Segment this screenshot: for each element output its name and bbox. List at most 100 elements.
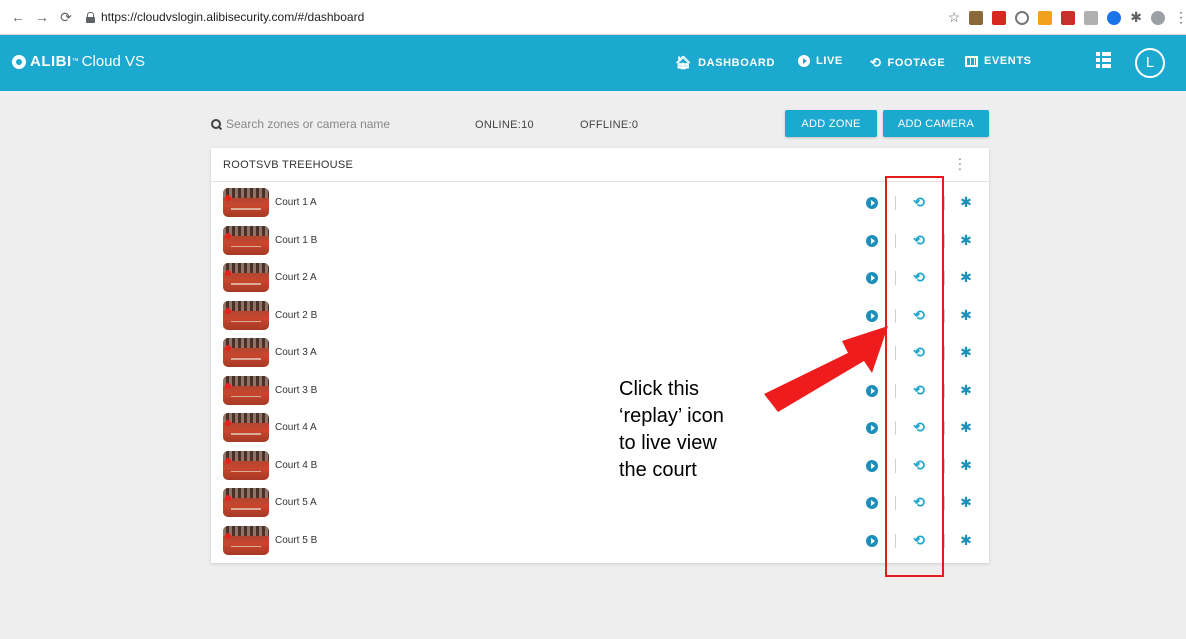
camera-row[interactable]: Court 1 A ⟲ ✱ <box>211 186 989 224</box>
camera-row[interactable]: Court 5 A ⟲ ✱ <box>211 486 989 524</box>
extension-icon[interactable] <box>1061 10 1076 25</box>
camera-name: Court 2 A <box>275 272 317 283</box>
gear-icon[interactable]: ✱ <box>959 383 973 397</box>
gear-icon[interactable]: ✱ <box>959 345 973 359</box>
camera-thumbnail[interactable] <box>223 525 269 555</box>
live-play-icon[interactable] <box>866 234 878 247</box>
extension-icon[interactable] <box>1107 10 1122 25</box>
live-play-icon[interactable] <box>866 459 878 472</box>
gear-icon[interactable]: ✱ <box>959 533 973 547</box>
gear-icon[interactable]: ✱ <box>959 233 973 247</box>
gear-icon[interactable]: ✱ <box>959 458 973 472</box>
extension-icon[interactable] <box>969 10 984 25</box>
zone-title: ROOTSVB TREEHOUSE <box>223 159 354 171</box>
recording-dot-icon <box>225 532 231 539</box>
extension-icon[interactable] <box>1015 10 1030 25</box>
divider <box>944 308 945 323</box>
zone-menu-icon[interactable]: · · · <box>957 151 963 175</box>
app-header: ALIBI ™ Cloud VS 🏠︎ DASHBOARD LIVE ⟲ FOO… <box>0 35 1186 91</box>
nav-dashboard-label: DASHBOARD <box>698 57 776 69</box>
user-avatar[interactable]: L <box>1135 48 1165 78</box>
search-icon <box>211 118 222 130</box>
profile-icon[interactable] <box>1151 10 1165 25</box>
gear-icon[interactable]: ✱ <box>959 308 973 322</box>
nav-live-label: LIVE <box>816 55 843 67</box>
camera-name: Court 2 B <box>275 309 318 321</box>
camera-thumbnail[interactable] <box>223 488 269 517</box>
recording-dot-icon <box>225 420 231 426</box>
gear-icon[interactable]: ✱ <box>959 420 973 434</box>
recording-dot-icon <box>225 382 231 389</box>
live-play-icon[interactable] <box>866 534 878 547</box>
bookmark-star-icon[interactable]: ☆ <box>948 9 961 26</box>
search-input[interactable] <box>226 117 406 131</box>
extension-icon[interactable] <box>1084 10 1099 25</box>
film-icon <box>965 55 978 67</box>
live-play-icon[interactable] <box>866 272 878 284</box>
extension-icon[interactable] <box>992 10 1007 25</box>
divider <box>944 271 945 285</box>
recording-dot-icon <box>225 457 231 464</box>
divider <box>944 458 945 473</box>
nav-events[interactable]: EVENTS <box>965 55 1032 67</box>
recording-dot-icon <box>225 232 231 239</box>
camera-thumbnail[interactable] <box>223 225 269 255</box>
camera-thumbnail[interactable] <box>223 263 269 292</box>
extension-icon[interactable] <box>1038 10 1053 25</box>
nav-events-label: EVENTS <box>984 55 1032 67</box>
camera-name: Court 4 A <box>275 422 317 433</box>
brand-name: ALIBI <box>30 53 72 70</box>
online-count: ONLINE:10 <box>475 119 534 131</box>
annotation-arrow <box>764 326 888 412</box>
gear-icon[interactable]: ✱ <box>959 495 973 509</box>
camera-name: Court 1 B <box>275 234 318 246</box>
view-list-icon[interactable] <box>1096 52 1111 68</box>
camera-name: Court 1 A <box>275 197 317 208</box>
camera-thumbnail[interactable] <box>223 338 269 367</box>
alibi-logo-icon <box>12 54 26 69</box>
camera-thumbnail[interactable] <box>223 300 269 330</box>
camera-thumbnail[interactable] <box>223 413 269 442</box>
back-arrow-icon[interactable]: ← <box>8 9 28 25</box>
play-circle-icon <box>798 55 810 67</box>
camera-thumbnail[interactable] <box>223 375 269 405</box>
camera-name: Court 5 B <box>275 534 318 546</box>
nav-footage[interactable]: ⟲ FOOTAGE <box>870 55 945 71</box>
add-zone-button[interactable]: ADD ZONE <box>785 110 877 137</box>
add-camera-button[interactable]: ADD CAMERA <box>883 110 989 137</box>
recording-dot-icon <box>225 195 231 201</box>
live-play-icon[interactable] <box>866 422 878 434</box>
gear-icon[interactable]: ✱ <box>959 270 973 284</box>
browser-menu-icon[interactable]: ⋮ <box>1174 9 1186 26</box>
recording-dot-icon <box>225 345 231 351</box>
lock-icon <box>86 11 95 23</box>
camera-thumbnail[interactable] <box>223 188 269 217</box>
live-play-icon[interactable] <box>866 497 878 509</box>
gear-icon[interactable]: ✱ <box>959 195 973 209</box>
recording-dot-icon <box>225 270 231 276</box>
brand-logo[interactable]: ALIBI ™ Cloud VS <box>12 53 145 70</box>
camera-row[interactable]: Court 4 B ⟲ ✱ <box>211 449 989 487</box>
reload-icon[interactable]: ⟳ <box>56 9 76 26</box>
history-icon: ⟲ <box>870 55 882 70</box>
camera-thumbnail[interactable] <box>223 450 269 480</box>
home-icon: 🏠︎ <box>675 55 693 70</box>
camera-name: Court 3 B <box>275 384 318 396</box>
camera-row[interactable]: Court 5 B ⟲ ✱ <box>211 524 989 562</box>
divider <box>944 421 945 435</box>
nav-dashboard[interactable]: 🏠︎ DASHBOARD <box>675 55 775 71</box>
live-play-icon[interactable] <box>866 197 878 209</box>
recording-dot-icon <box>225 495 231 501</box>
camera-name: Court 5 A <box>275 497 317 508</box>
camera-name: Court 4 B <box>275 459 318 471</box>
forward-arrow-icon[interactable]: → <box>32 9 52 25</box>
address-bar[interactable]: https://cloudvslogin.alibisecurity.com/#… <box>101 10 364 24</box>
puzzle-extensions-icon[interactable]: ✱ <box>1130 9 1142 26</box>
camera-row[interactable]: Court 2 A ⟲ ✱ <box>211 261 989 299</box>
divider <box>944 383 945 398</box>
nav-live[interactable]: LIVE <box>798 55 843 67</box>
nav-footage-label: FOOTAGE <box>887 57 946 69</box>
camera-row[interactable]: Court 1 B ⟲ ✱ <box>211 224 989 262</box>
camera-name: Court 3 A <box>275 347 317 358</box>
extensions-bar: ☆ ✱ ⋮ <box>948 9 1186 26</box>
